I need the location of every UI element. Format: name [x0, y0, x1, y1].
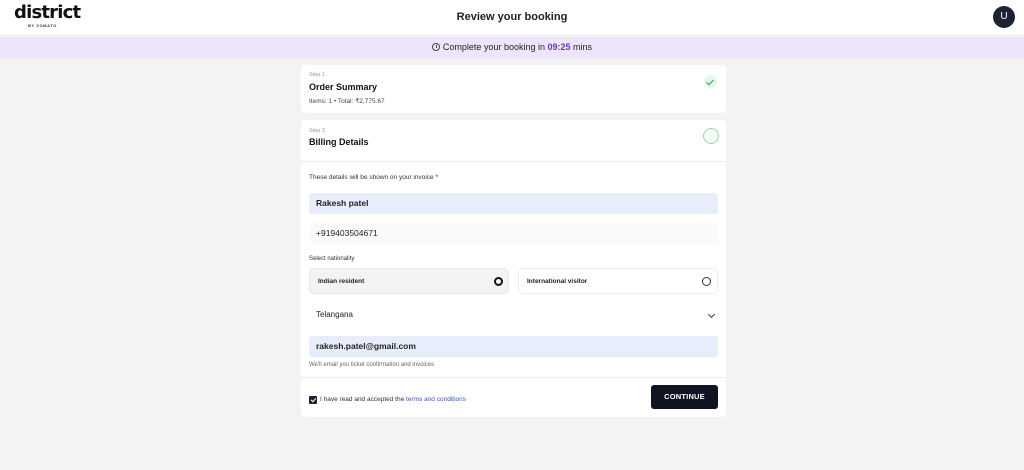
terms-text: I have read and accepted the terms and c…	[320, 396, 466, 403]
logo-subtitle: BY ZOMATO	[28, 23, 57, 28]
divider	[301, 377, 726, 378]
terms-label: I have read and accepted the	[320, 396, 405, 403]
radio-indian-resident[interactable]: Indian resident	[309, 268, 509, 294]
step-label: Step 1	[309, 72, 325, 78]
page-title: Review your booking	[456, 11, 568, 23]
state-select[interactable]: Telangana	[309, 305, 718, 325]
timer-value: 09:25	[547, 42, 571, 52]
state-value: Telangana	[316, 310, 353, 319]
name-field[interactable]: Rakesh patel	[309, 193, 718, 214]
order-summary-details: Items: 1 • Total: ₹2,775.67	[309, 98, 385, 105]
continue-button[interactable]: CONTINUE	[651, 385, 718, 409]
avatar[interactable]: U	[993, 6, 1015, 28]
progress-ring-icon	[703, 128, 719, 144]
divider	[301, 161, 726, 162]
email-field[interactable]: rakesh.patel@gmail.com	[309, 336, 718, 357]
invoice-note: These details will be shown on your invo…	[309, 174, 438, 181]
timer-prefix: Complete your booking in	[442, 42, 545, 52]
order-summary-card[interactable]: Step 1 Order Summary Items: 1 • Total: ₹…	[301, 65, 726, 113]
billing-details-title: Billing Details	[309, 137, 369, 147]
phone-field[interactable]: +919403504671	[309, 223, 718, 244]
billing-details-card: Step 2 Billing Details These details wil…	[301, 120, 726, 417]
booking-timer-banner: Complete your booking in 09:25 mins	[0, 37, 1024, 58]
radio-selected-icon	[494, 277, 503, 286]
nationality-label: Select nationality	[309, 256, 355, 262]
timer-suffix: mins	[573, 42, 593, 52]
radio-international-visitor[interactable]: International visitor	[518, 268, 718, 294]
top-bar: district BY ZOMATO Review your booking U	[0, 0, 1024, 36]
step-label: Step 2	[309, 128, 325, 134]
chevron-down-icon	[707, 310, 716, 319]
order-summary-title: Order Summary	[309, 82, 378, 92]
check-icon	[704, 75, 717, 88]
radio-unselected-icon	[702, 277, 711, 286]
stopwatch-icon	[431, 43, 440, 51]
terms-checkbox[interactable]	[309, 396, 317, 404]
email-hint: We'll email you ticket confirmation and …	[309, 362, 435, 368]
radio-label: International visitor	[527, 278, 588, 285]
radio-label: Indian resident	[318, 278, 365, 285]
terms-link[interactable]: terms and conditions	[406, 396, 466, 403]
